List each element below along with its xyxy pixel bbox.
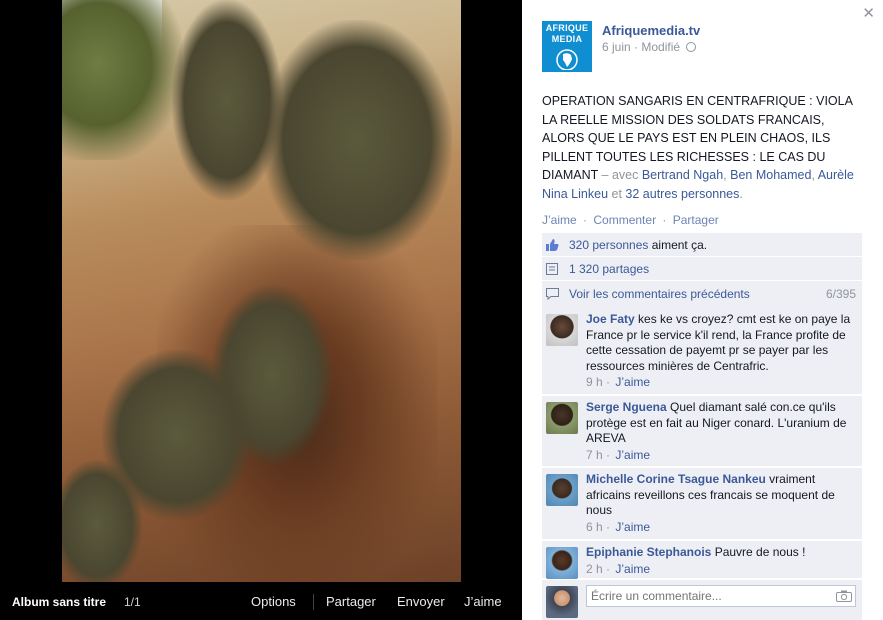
logo-line-2: MEDIA xyxy=(551,34,583,44)
feedback-box: 320 personnes aiment ça. 1 320 partages … xyxy=(542,233,862,308)
photo-stage: Album sans titre 1/1 Options Partager En… xyxy=(0,0,522,620)
page-name[interactable]: Afriquemedia.tv xyxy=(602,23,700,38)
comment-icon xyxy=(546,288,559,300)
previous-comments-text: Voir les commentaires précédents xyxy=(569,287,750,301)
post-photo[interactable] xyxy=(62,0,461,582)
comment-body: Joe Faty kes ke vs croyez? cmt est ke on… xyxy=(586,312,856,391)
edited-label[interactable]: Modifié xyxy=(641,40,680,54)
comment-body: Michelle Corine Tsague Nankeu vraiment a… xyxy=(586,472,856,535)
comment-like-link[interactable]: J’aime xyxy=(615,375,650,389)
divider xyxy=(313,594,314,610)
comment-like-link[interactable]: J’aime xyxy=(615,562,650,576)
commenter-avatar[interactable] xyxy=(546,314,578,346)
commenter-name[interactable]: Michelle Corine Tsague Nankeu xyxy=(586,472,766,486)
photo-soldier xyxy=(62,460,142,582)
options-button[interactable]: Options xyxy=(251,594,296,609)
likes-link[interactable]: 320 personnes xyxy=(569,238,648,252)
photo-soldier xyxy=(262,20,452,260)
share-link[interactable]: Partager xyxy=(673,213,719,227)
previous-comments-row: Voir les commentaires précédents 6/395 xyxy=(542,282,862,306)
photo-vegetation xyxy=(62,0,182,160)
like-link[interactable]: J’aime xyxy=(542,213,577,227)
logo-line-1: AFRIQUE xyxy=(545,23,589,33)
tagged-others-link[interactable]: 32 autres personnes xyxy=(625,187,739,201)
globe-icon[interactable] xyxy=(686,42,697,52)
comment-meta: 6 h · J’aime xyxy=(586,519,651,534)
actions-separator: · xyxy=(583,213,588,227)
comment-time[interactable]: 6 h xyxy=(586,520,603,534)
post-text: OPERATION SANGARIS EN CENTRAFRIQUE : VIO… xyxy=(542,94,854,201)
page-avatar[interactable]: AFRIQUE MEDIA xyxy=(542,21,592,72)
comment-item: Epiphanie Stephanois Pauvre de nous ! 2 … xyxy=(542,541,862,579)
thumbs-up-icon xyxy=(546,239,559,251)
share-icon xyxy=(546,263,558,275)
comment-like-link[interactable]: J’aime xyxy=(615,520,650,534)
tagged-person-1[interactable]: Bertrand Ngah xyxy=(642,168,723,182)
comment-meta: 2 h · J’aime xyxy=(586,561,651,576)
comment-body: Serge Nguena Quel diamant salé con.ce qu… xyxy=(586,400,856,463)
shares-link[interactable]: 1 320 partages xyxy=(569,262,649,276)
shares-row: 1 320 partages xyxy=(542,257,862,281)
post-panel: ✕ AFRIQUE MEDIA Afriquemedia.tv 6 juin ·… xyxy=(522,0,883,620)
comment-meta: 9 h · J’aime xyxy=(586,375,651,389)
album-title[interactable]: Album sans titre xyxy=(12,595,106,609)
shares-text: 1 320 partages xyxy=(569,262,649,276)
commenter-avatar[interactable] xyxy=(546,402,578,434)
photo-action-bar: Album sans titre 1/1 Options Partager En… xyxy=(0,582,522,620)
commenter-name[interactable]: Epiphanie Stephanois xyxy=(586,545,711,559)
share-button[interactable]: Partager xyxy=(326,594,376,609)
camera-icon[interactable] xyxy=(836,590,852,602)
comment-time[interactable]: 2 h xyxy=(586,562,603,576)
commenter-name[interactable]: Joe Faty xyxy=(586,312,635,326)
comment-time[interactable]: 7 h xyxy=(586,448,603,462)
comment-meta: 7 h · J’aime xyxy=(586,447,651,462)
post-actions: J’aime · Commenter · Partager xyxy=(542,213,719,227)
comment-link[interactable]: Commenter xyxy=(593,213,656,227)
comment-time[interactable]: 9 h xyxy=(586,375,603,389)
africa-globe-icon xyxy=(556,49,578,70)
commenter-name[interactable]: Serge Nguena xyxy=(586,400,667,414)
comment-item: Michelle Corine Tsague Nankeu vraiment a… xyxy=(542,468,862,540)
comment-body: Epiphanie Stephanois Pauvre de nous ! 2 … xyxy=(586,545,856,577)
comment-counter: 6/395 xyxy=(825,287,856,301)
tagged-person-2[interactable]: Ben Mohamed xyxy=(730,168,811,182)
and-label: et xyxy=(611,186,622,201)
actions-separator: · xyxy=(662,213,667,227)
likes-row: 320 personnes aiment ça. xyxy=(542,233,862,257)
meta-separator: · xyxy=(634,40,639,54)
comment-like-link[interactable]: J’aime xyxy=(615,448,650,462)
post-date[interactable]: 6 juin xyxy=(602,40,631,54)
likes-text: 320 personnes aiment ça. xyxy=(569,238,707,252)
comment-composer xyxy=(542,580,862,620)
commenter-avatar[interactable] xyxy=(546,547,578,579)
with-label: – avec xyxy=(601,168,639,182)
current-user-avatar xyxy=(546,586,578,618)
close-icon[interactable]: ✕ xyxy=(862,4,875,22)
comment-item: Serge Nguena Quel diamant salé con.ce qu… xyxy=(542,396,862,467)
photo-counter: 1/1 xyxy=(124,595,141,609)
send-button[interactable]: Envoyer xyxy=(397,594,445,609)
comment-text: Pauvre de nous ! xyxy=(714,545,806,559)
likes-suffix: aiment ça. xyxy=(648,238,708,252)
previous-comments-link[interactable]: Voir les commentaires précédents xyxy=(569,287,750,301)
commenter-avatar[interactable] xyxy=(546,474,578,506)
post-meta: 6 juin · Modifié xyxy=(602,40,697,54)
comment-input[interactable] xyxy=(586,585,856,607)
comment-item: Joe Faty kes ke vs croyez? cmt est ke on… xyxy=(542,308,862,395)
like-button[interactable]: J’aime xyxy=(464,594,502,609)
